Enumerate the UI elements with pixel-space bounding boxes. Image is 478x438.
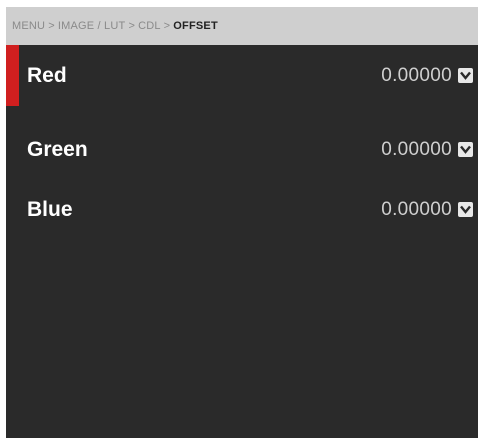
value-red: 0.00000 [381,64,452,86]
menu-screen: MENU > IMAGE / LUT > CDL > OFFSET Red 0.… [6,7,478,438]
chevron-down-icon[interactable] [458,68,473,83]
value-dropdown-blue[interactable]: 0.00000 [381,199,473,221]
offset-row-green[interactable]: Green 0.00000 [6,119,478,180]
chevron-down-icon[interactable] [458,202,473,217]
row-label-red: Red [27,63,67,87]
breadcrumb-item-cdl[interactable]: CDL [138,20,161,32]
breadcrumb-separator: > [163,20,171,32]
breadcrumb-item-image-lut[interactable]: IMAGE / LUT [58,20,126,32]
offset-row-red[interactable]: Red 0.00000 [6,45,478,106]
breadcrumb-item-menu[interactable]: MENU [12,20,45,32]
value-dropdown-green[interactable]: 0.00000 [381,139,473,161]
breadcrumb-separator: > [48,20,55,32]
breadcrumb-current: OFFSET [173,20,218,32]
value-dropdown-red[interactable]: 0.00000 [381,65,473,87]
breadcrumb-separator: > [128,20,136,32]
value-blue: 0.00000 [381,198,452,220]
row-label-green: Green [27,137,88,161]
value-green: 0.00000 [381,138,452,160]
chevron-down-icon[interactable] [458,142,473,157]
row-label-blue: Blue [27,197,73,221]
breadcrumb: MENU > IMAGE / LUT > CDL > OFFSET [6,7,478,45]
selection-indicator [6,45,19,106]
offset-row-blue[interactable]: Blue 0.00000 [6,179,478,240]
